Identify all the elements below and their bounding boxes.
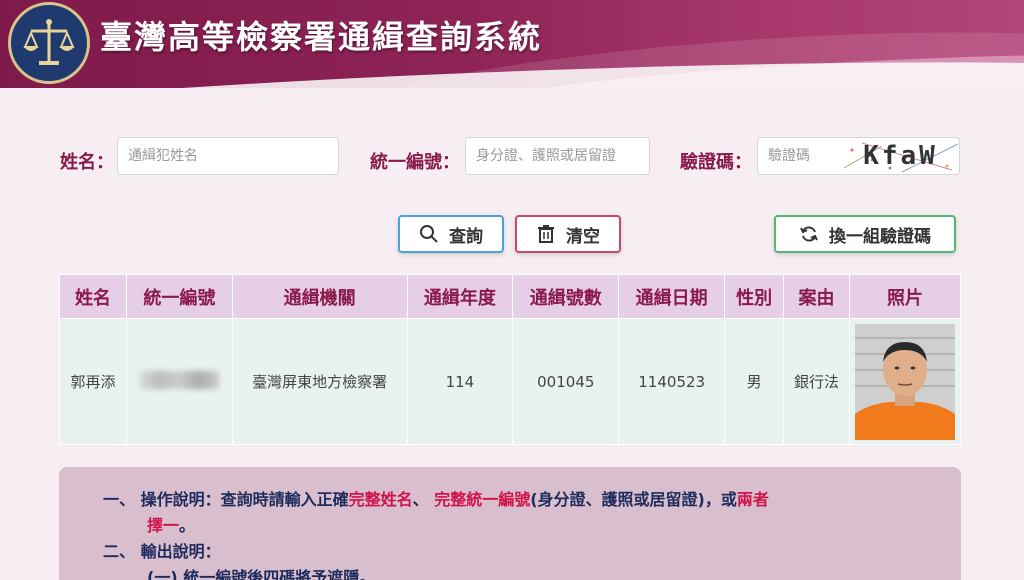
instruction-item-1-cont: 擇一。 [103, 513, 917, 539]
name-label: 姓名： [60, 152, 114, 173]
id-label: 統一編號： [370, 152, 460, 173]
suspect-photo [854, 323, 955, 440]
instructions-panel: 一、 操作說明：查詢時請輸入正確完整姓名、 完整統一編號(身分證、護照或居留證)… [59, 467, 961, 580]
cell-name: 郭再添 [59, 318, 127, 445]
cell-number: 001045 [512, 318, 620, 445]
cell-reason: 銀行法 [783, 318, 850, 445]
table-row: 郭再添 臺灣屏東地方檢察署 114 001045 1140523 男 銀行法 [59, 318, 962, 445]
item-1-highlight-choose: 擇一 [147, 516, 180, 535]
item-1-separator: 、 [412, 490, 435, 509]
header-reason: 案由 [783, 274, 850, 319]
instruction-item-1: 一、 操作說明：查詢時請輸入正確完整姓名、 完整統一編號(身分證、護照或居留證)… [103, 487, 917, 513]
captcha-label: 驗證碼： [680, 152, 752, 173]
header-gender: 性別 [724, 274, 785, 319]
header-agency: 通緝機關 [231, 274, 408, 319]
cell-id [125, 318, 233, 445]
search-button[interactable]: 查詢 [398, 215, 504, 253]
item-1-highlight-either: 兩者 [736, 490, 769, 509]
header-photo: 照片 [848, 274, 962, 319]
item-1-number: 一、 [103, 490, 136, 509]
cell-date: 1140523 [618, 318, 726, 445]
id-input[interactable] [465, 137, 650, 175]
item-1-text-2: (身分證、護照或居留證)，或 [530, 490, 737, 509]
clear-button[interactable]: 清空 [515, 215, 621, 253]
item-1-end: 。 [179, 516, 196, 535]
trash-icon [538, 225, 554, 243]
header-number: 通緝號數 [512, 274, 620, 319]
header-date: 通緝日期 [618, 274, 726, 319]
instruction-item-2-sub: (一) 統一編號後四碼將予遮隱。 [147, 568, 376, 580]
page-title: 臺灣高等檢察署通緝查詢系統 [100, 18, 543, 56]
refresh-captcha-button[interactable]: 換一組驗證碼 [774, 215, 956, 253]
search-icon [420, 225, 438, 243]
item-2-text: 輸出說明： [140, 542, 221, 561]
header-id: 統一編號 [125, 274, 233, 319]
cell-agency: 臺灣屏東地方檢察署 [231, 318, 408, 445]
cell-gender: 男 [724, 318, 785, 445]
instruction-item-2: 二、 輸出說明： [103, 539, 917, 565]
header-banner: 臺灣高等檢察署通緝查詢系統 [0, 0, 1024, 88]
item-1-highlight-name: 完整姓名 [348, 490, 413, 509]
header-year: 通緝年度 [406, 274, 514, 319]
captcha-input[interactable] [757, 137, 843, 175]
cell-year: 114 [406, 318, 514, 445]
captcha-text: KfaW [863, 141, 938, 171]
redacted-id [139, 370, 220, 389]
refresh-button-label: 換一組驗證碼 [829, 226, 931, 247]
item-1-highlight-id: 完整統一編號 [434, 490, 531, 509]
table-header-row: 姓名 統一編號 通緝機關 通緝年度 通緝號數 通緝日期 性別 案由 照片 [59, 274, 962, 319]
scales-of-justice-icon [23, 19, 75, 65]
cell-photo [848, 318, 962, 445]
agency-logo [8, 2, 90, 84]
name-input[interactable] [117, 137, 339, 175]
search-button-label: 查詢 [449, 226, 483, 247]
item-2-number: 二、 [103, 542, 136, 561]
header-name: 姓名 [59, 274, 127, 319]
clear-button-label: 清空 [566, 226, 600, 247]
mugshot-image [854, 323, 955, 440]
captcha-image[interactable]: KfaW [842, 137, 960, 175]
results-table: 姓名 統一編號 通緝機關 通緝年度 通緝號數 通緝日期 性別 案由 照片 郭再添… [59, 274, 962, 445]
refresh-icon [800, 226, 818, 242]
item-1-text: 操作說明：查詢時請輸入正確 [140, 490, 349, 509]
